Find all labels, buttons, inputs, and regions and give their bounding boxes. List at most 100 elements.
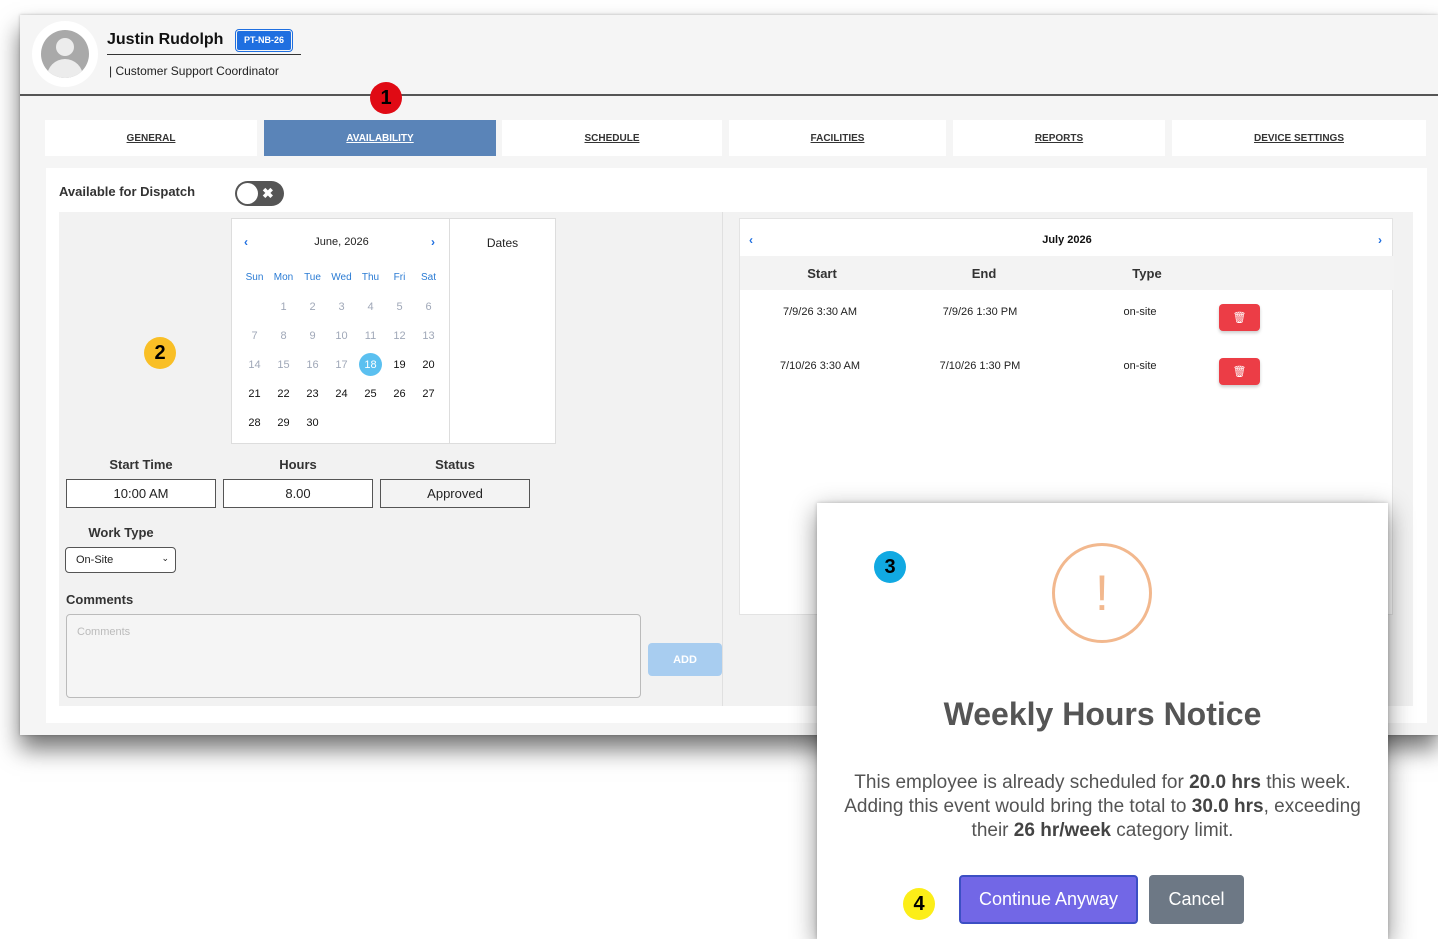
event-start: 7/10/26 3:30 AM: [779, 360, 861, 372]
comments-input[interactable]: Comments: [66, 614, 641, 698]
calendar-day[interactable]: 25: [356, 379, 385, 408]
event-type: on-site: [1123, 306, 1157, 318]
start-time-field[interactable]: 10:00 AM: [66, 479, 216, 508]
calendar-day: 13: [422, 329, 435, 342]
step-marker-3: 3: [874, 551, 906, 583]
cancel-button[interactable]: Cancel: [1149, 875, 1244, 924]
work-type-label: Work Type: [88, 525, 154, 540]
weekday-label: Thu: [361, 272, 380, 283]
dialog-title: Weekly Hours Notice: [943, 696, 1262, 732]
hours-field[interactable]: 8.00: [223, 479, 373, 508]
calendar-day: 9: [309, 329, 316, 342]
event-end: 7/10/26 1:30 PM: [939, 360, 1021, 372]
employee-badge: PT-NB-26: [234, 29, 294, 52]
weekly-hours-dialog: 3 ! Weekly Hours Notice This employee is…: [817, 503, 1388, 939]
trash-icon: 🗑: [1232, 366, 1247, 378]
calendar-day: 15: [277, 358, 290, 371]
hours-limit: 26 hr/week: [1013, 820, 1111, 841]
dispatch-toggle[interactable]: ✖: [235, 181, 284, 206]
hours-label: Hours: [279, 457, 317, 472]
calendar-day[interactable]: 27: [414, 379, 443, 408]
employee-header: Justin Rudolph PT-NB-26 | Customer Suppo…: [20, 15, 1438, 96]
weekday-header: Sun Mon Tue Wed Thu Fri Sat: [240, 272, 444, 283]
calendar-day[interactable]: 18: [356, 350, 385, 379]
calendar-day: 8: [280, 329, 287, 342]
calendar-day[interactable]: 21: [240, 379, 269, 408]
calendar-day: 14: [248, 358, 261, 371]
chevron-down-icon: ⌄: [161, 553, 169, 563]
tab-availability[interactable]: AVAILABILITY: [264, 120, 496, 156]
tab-reports[interactable]: REPORTS: [953, 120, 1165, 156]
warning-icon-glyph: !: [1095, 565, 1109, 621]
events-month: July 2026: [1042, 234, 1092, 246]
add-button[interactable]: ADD: [648, 643, 722, 676]
tab-schedule[interactable]: SCHEDULE: [502, 120, 722, 156]
weekday-label: Tue: [304, 272, 321, 283]
calendar-day[interactable]: 30: [298, 408, 327, 437]
calendar-day: 3: [338, 300, 345, 313]
weekday-label: Fri: [393, 272, 406, 283]
status-field: Approved: [380, 479, 530, 508]
event-end: 7/9/26 1:30 PM: [942, 306, 1018, 318]
tab-general[interactable]: GENERAL: [45, 120, 257, 156]
calendar-day[interactable]: 29: [269, 408, 298, 437]
calendar-day: 1: [280, 300, 287, 313]
comments-placeholder: Comments: [77, 626, 131, 638]
user-icon: [41, 30, 89, 78]
weekday-label: Mon: [273, 272, 294, 283]
work-type-value: On-Site: [76, 554, 114, 566]
calendar-day: 7: [251, 329, 258, 342]
calendar-day: 4: [367, 300, 374, 313]
event-start: 7/9/26 3:30 AM: [783, 306, 857, 318]
tab-device-settings[interactable]: DEVICE SETTINGS: [1172, 120, 1426, 156]
name-divider: [107, 54, 301, 55]
step-marker-1: 1: [370, 82, 402, 114]
dates-header: Dates: [486, 236, 519, 250]
current-hours: 20.0 hrs: [1189, 772, 1261, 793]
dispatch-label: Available for Dispatch: [59, 184, 196, 199]
start-time-label: Start Time: [109, 457, 173, 472]
delete-button[interactable]: 🗑: [1219, 304, 1260, 331]
total-hours: 30.0 hrs: [1191, 796, 1264, 817]
calendar-day[interactable]: 20: [414, 350, 443, 379]
calendar-blank: [240, 292, 269, 321]
calendar-day: 11: [364, 329, 377, 342]
column-type: Type: [1132, 266, 1162, 281]
delete-button[interactable]: 🗑: [1219, 358, 1260, 385]
event-type: on-site: [1123, 360, 1157, 372]
employee-name: Justin Rudolph: [107, 31, 224, 48]
calendar-day[interactable]: 28: [240, 408, 269, 437]
continue-anyway-button[interactable]: Continue Anyway: [959, 875, 1138, 924]
calendar-day: 2: [309, 300, 316, 313]
calendar-day[interactable]: 22: [269, 379, 298, 408]
close-icon: ✖: [262, 185, 274, 201]
tab-facilities[interactable]: FACILITIES: [729, 120, 946, 156]
weekday-label: Wed: [331, 272, 352, 283]
status-label: Status: [435, 457, 475, 472]
calendar-day: 10: [335, 329, 348, 342]
chevron-right-icon[interactable]: ›: [431, 235, 435, 249]
calendar-day: 6: [425, 300, 432, 313]
calendar-days: 1 2 3 4 5 6 7 8 9 10 11 12 13 14 15 16 17 18 19 20 21 22 23 24 2…: [240, 292, 444, 437]
dialog-message: This employee is already scheduled for 2…: [844, 772, 1361, 841]
warning-icon: !: [1052, 543, 1152, 643]
step-marker-2: 2: [144, 337, 176, 369]
step-marker-4: 4: [903, 888, 935, 920]
employee-role: | Customer Support Coordinator: [109, 64, 279, 78]
avatar: [32, 21, 98, 87]
work-type-select[interactable]: On-Site ⌄: [65, 547, 176, 573]
calendar-day: 5: [396, 300, 403, 313]
weekday-label: Sat: [420, 272, 436, 283]
calendar-month: June, 2026: [314, 236, 369, 248]
availability-form-panel: ‹ June, 2026 › Sun Mon Tue Wed Thu Fri Sat 123…: [59, 212, 723, 706]
column-start: Start: [807, 266, 837, 281]
toggle-knob: [237, 183, 258, 204]
chevron-right-icon[interactable]: ›: [1378, 233, 1382, 247]
trash-icon: 🗑: [1232, 312, 1247, 324]
calendar-day[interactable]: 26: [385, 379, 414, 408]
weekday-label: Sun: [245, 272, 264, 283]
calendar-day: 16: [306, 358, 319, 371]
calendar-day[interactable]: 23: [298, 379, 327, 408]
calendar-day[interactable]: 24: [327, 379, 356, 408]
calendar-day[interactable]: 19: [385, 350, 414, 379]
